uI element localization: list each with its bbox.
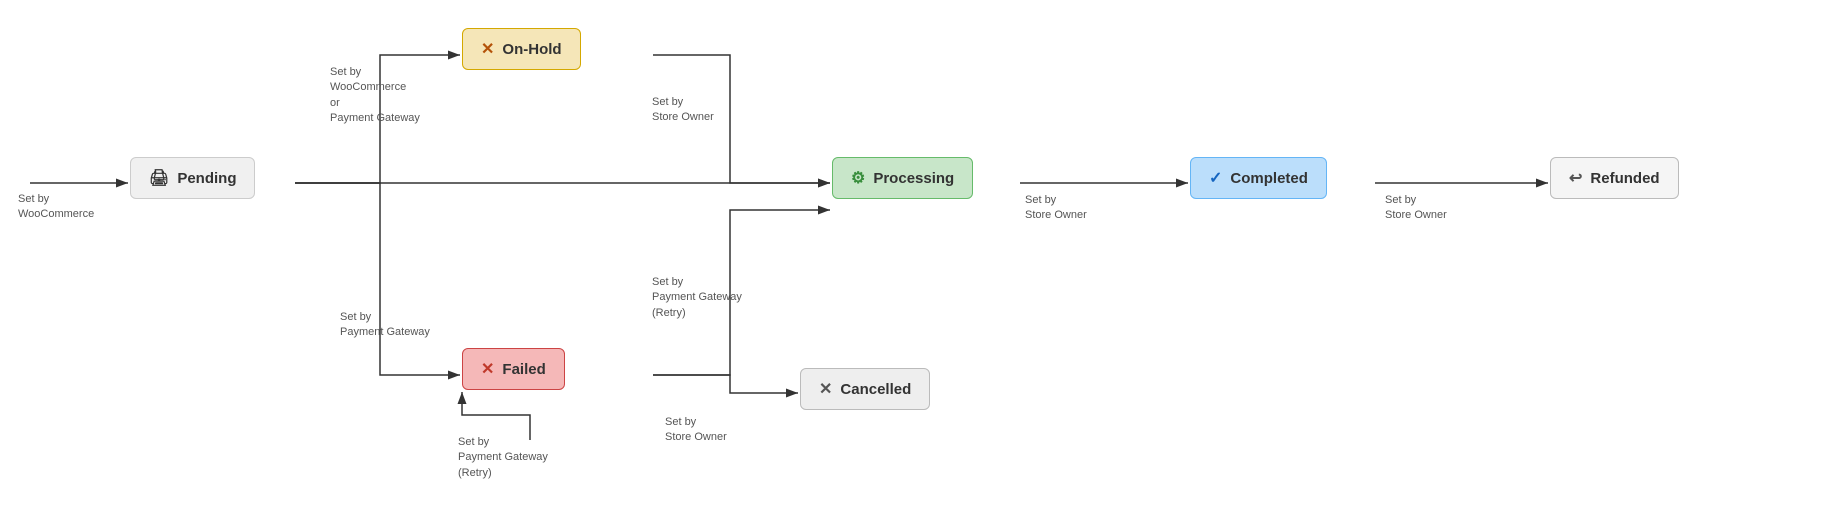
refunded-icon: ↩ bbox=[1569, 168, 1582, 188]
label-set-by-payment-gateway: Set byPayment Gateway bbox=[340, 310, 430, 341]
cancelled-icon: ✕ bbox=[819, 379, 832, 399]
node-onhold: ✕ On-Hold bbox=[462, 28, 581, 70]
label-set-by-store-owner-1: Set byStore Owner bbox=[652, 95, 714, 126]
node-cancelled: ✕ Cancelled bbox=[800, 368, 930, 410]
node-pending: 🖨 Pending bbox=[130, 157, 255, 199]
cancelled-label: Cancelled bbox=[840, 381, 911, 398]
label-set-by-payment-gateway-retry-1: Set byPayment Gateway(Retry) bbox=[458, 435, 548, 481]
onhold-label: On-Hold bbox=[502, 41, 561, 58]
completed-label: Completed bbox=[1230, 170, 1308, 187]
node-refunded: ↩ Refunded bbox=[1550, 157, 1679, 199]
label-set-by-payment-gateway-retry-2: Set byPayment Gateway(Retry) bbox=[652, 275, 742, 321]
label-set-by-store-owner-cancelled: Set byStore Owner bbox=[665, 415, 727, 446]
failed-label: Failed bbox=[502, 361, 545, 378]
pending-icon: 🖨 bbox=[149, 168, 169, 188]
pending-label: Pending bbox=[177, 170, 236, 187]
failed-icon: ✕ bbox=[481, 359, 494, 379]
processing-icon: ⚙ bbox=[851, 168, 865, 188]
node-failed: ✕ Failed bbox=[462, 348, 565, 390]
node-completed: ✓ Completed bbox=[1190, 157, 1327, 199]
onhold-icon: ✕ bbox=[481, 39, 494, 59]
arrows-svg bbox=[0, 0, 1837, 505]
processing-label: Processing bbox=[873, 170, 954, 187]
label-set-by-store-owner-2: Set byStore Owner bbox=[1025, 193, 1087, 224]
diagram-container: Set byWooCommerce Set byWooCommerceorPay… bbox=[0, 0, 1837, 505]
label-set-by-woocommerce: Set byWooCommerce bbox=[18, 192, 94, 223]
node-processing: ⚙ Processing bbox=[832, 157, 973, 199]
label-set-by-store-owner-3: Set byStore Owner bbox=[1385, 193, 1447, 224]
refunded-label: Refunded bbox=[1590, 170, 1659, 187]
label-set-by-woocommerce-or-gateway: Set byWooCommerceorPayment Gateway bbox=[330, 65, 420, 127]
completed-icon: ✓ bbox=[1209, 168, 1222, 188]
